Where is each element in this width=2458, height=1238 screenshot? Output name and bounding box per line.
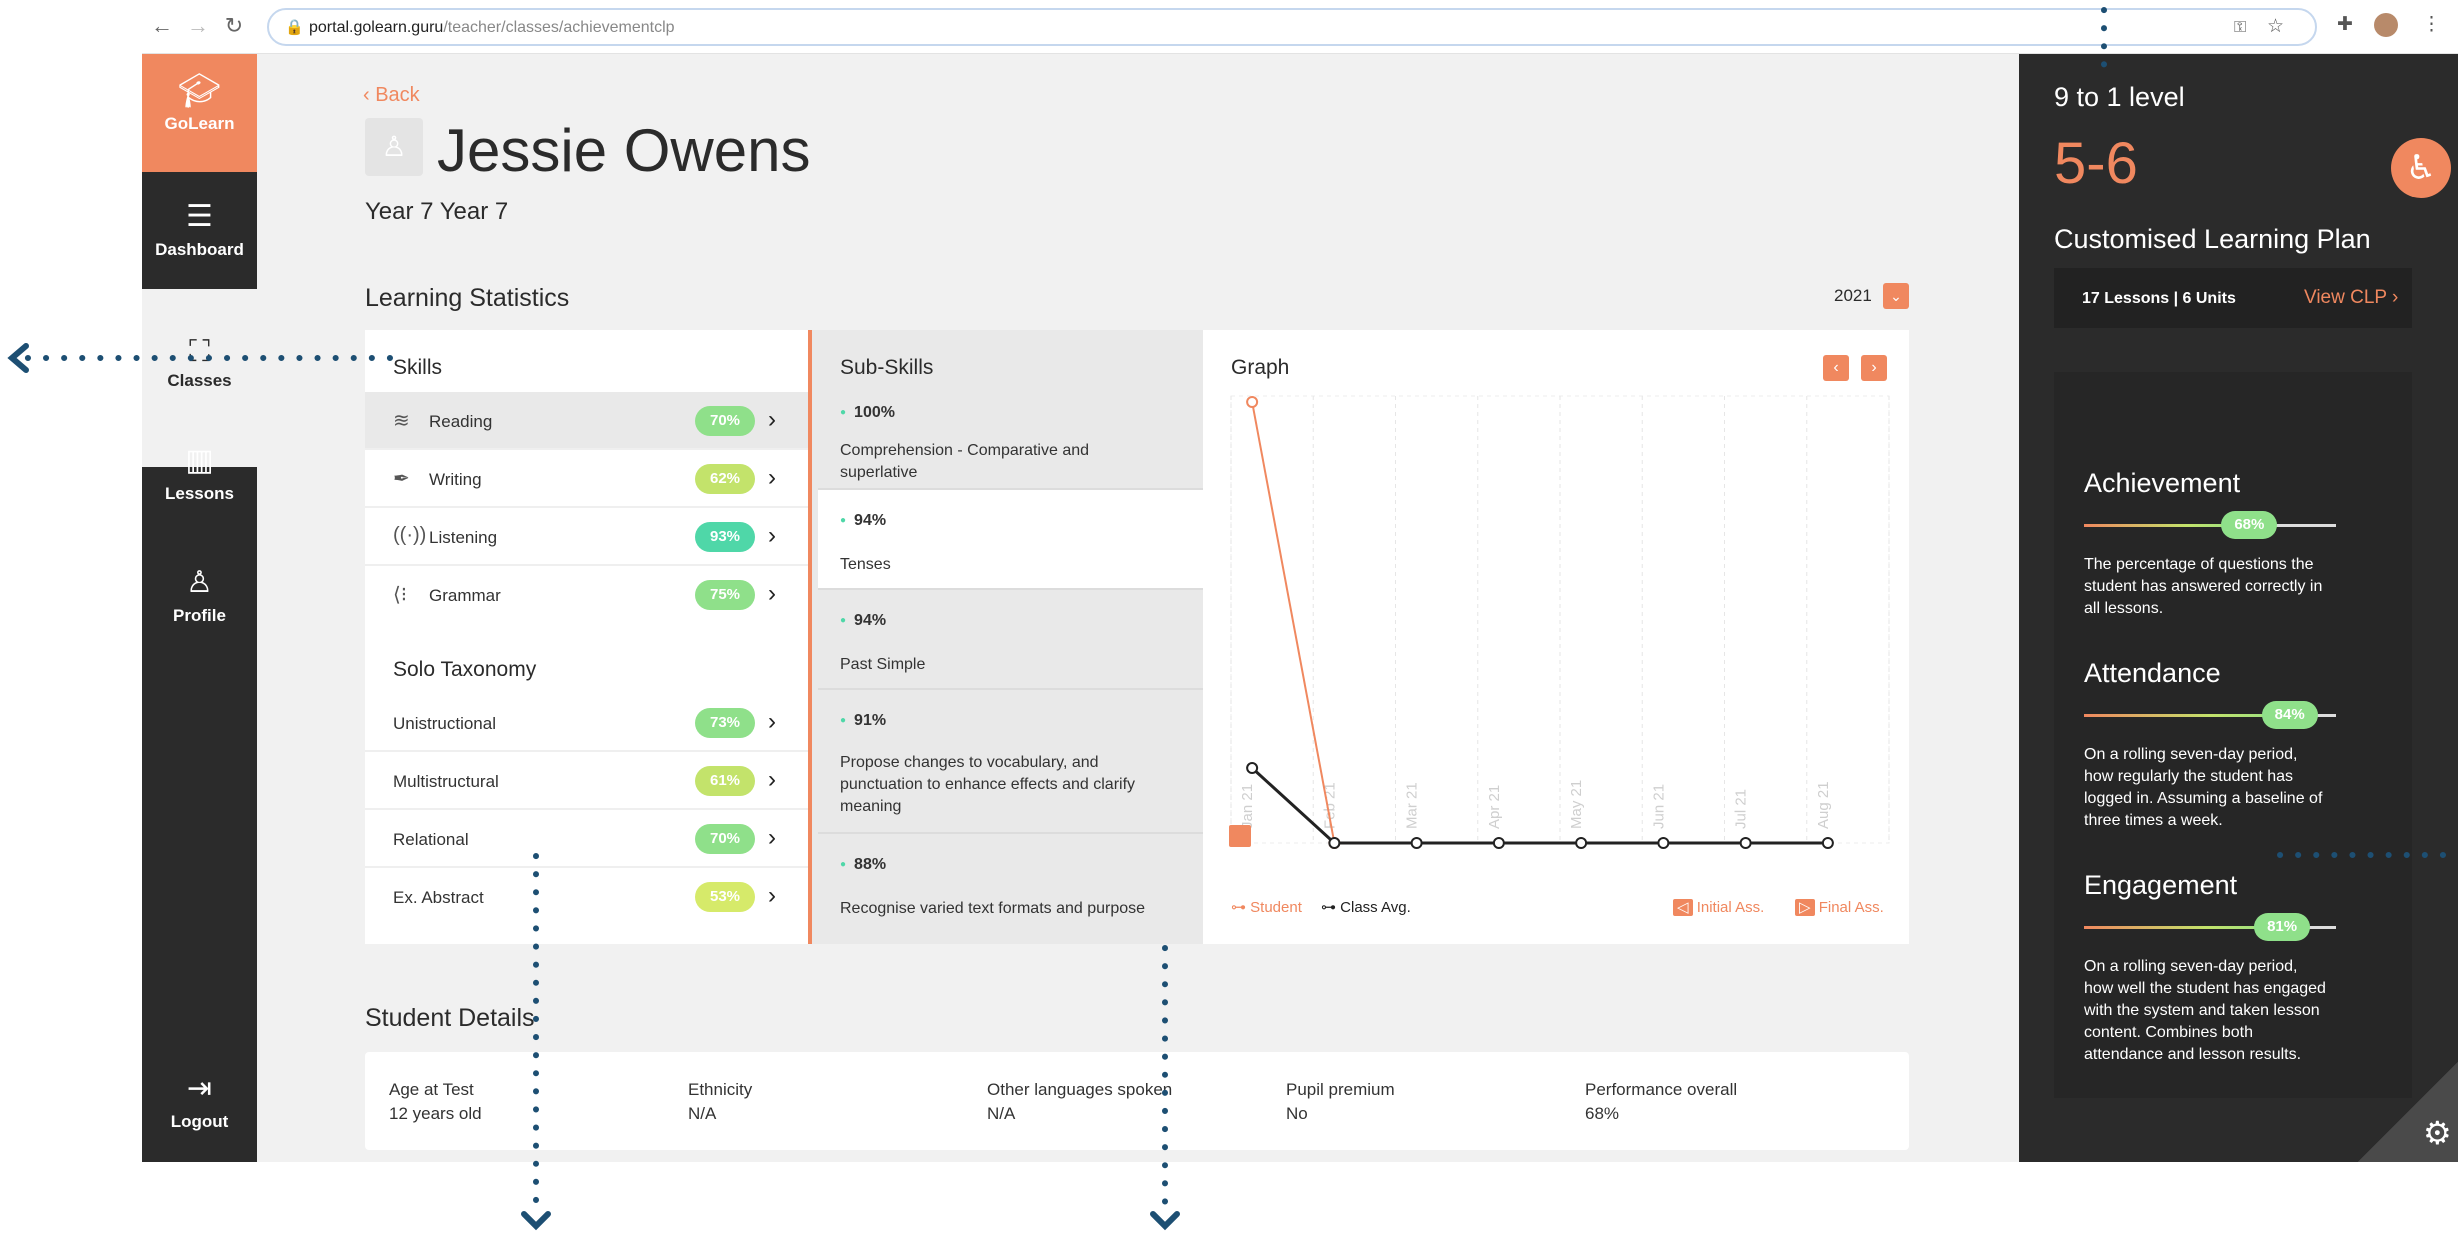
annotation-down-arrowhead-2 xyxy=(1150,1211,1180,1231)
annotation-left-arrowhead xyxy=(7,343,29,373)
annotation-overlay xyxy=(7,7,2458,1231)
annotation-down-arrowhead-1 xyxy=(521,1211,551,1231)
